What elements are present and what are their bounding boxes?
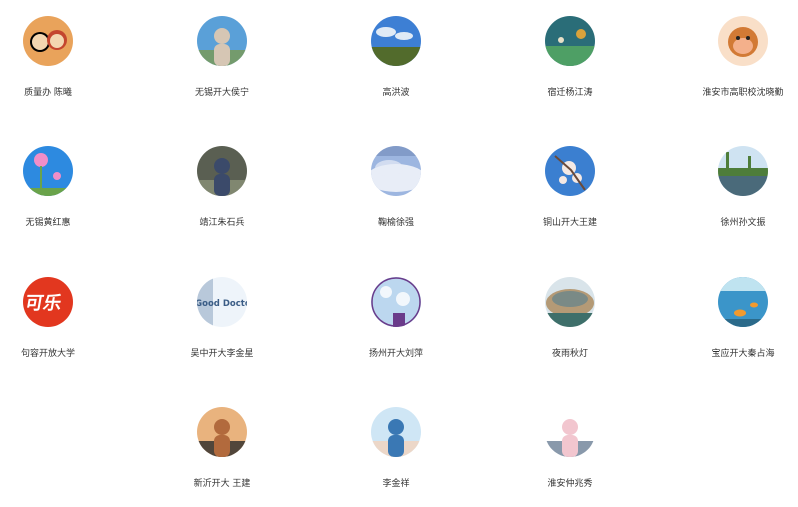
cola-logo-icon[interactable]: 可乐 <box>23 277 73 327</box>
portrait-garden-icon[interactable] <box>197 16 247 66</box>
svg-text:可乐: 可乐 <box>23 293 63 314</box>
contact-item[interactable]: 靖江朱石兵 <box>152 146 292 246</box>
rocky-coast-icon[interactable] <box>545 277 595 327</box>
contact-name[interactable]: 淮安市高职校沈晓勤 <box>673 85 798 98</box>
contact-name[interactable]: 无锡黄红惠 <box>0 215 118 228</box>
contact-name[interactable]: 靖江朱石兵 <box>152 215 292 228</box>
contact-item[interactable]: 李金祥 <box>326 407 466 507</box>
contact-name[interactable]: 李金祥 <box>326 476 466 489</box>
good-doctor-icon[interactable]: Good Doctor <box>197 277 247 327</box>
pink-flower-icon[interactable] <box>23 146 73 196</box>
contact-item[interactable]: 宿迁杨江涛 <box>500 16 640 116</box>
contact-name[interactable]: 铜山开大王建 <box>500 215 640 228</box>
contact-item[interactable]: 新沂开大 王建 <box>152 407 292 507</box>
sky-building-icon[interactable] <box>371 277 421 327</box>
monkey-cartoon-icon[interactable] <box>718 16 768 66</box>
contact-name[interactable]: 吴中开大李金星 <box>152 346 292 359</box>
cloudy-sky-icon[interactable] <box>371 146 421 196</box>
contact-item[interactable]: 徐州孙文振 <box>673 146 798 246</box>
baby-photo-icon[interactable] <box>371 407 421 457</box>
svg-text:Good Doctor: Good Doctor <box>197 299 247 309</box>
contact-grid: 质量办 陈曦 无锡开大侯宁 高洪波 宿迁杨江涛 淮安市高职校沈晓勤 无锡黄红惠 <box>0 0 798 504</box>
contact-name[interactable]: 宝应开大秦占海 <box>673 346 798 359</box>
contact-name[interactable]: 鞠榆徐强 <box>326 215 466 228</box>
contact-name[interactable]: 质量办 陈曦 <box>0 85 118 98</box>
contact-item[interactable]: 铜山开大王建 <box>500 146 640 246</box>
contact-item[interactable]: 淮安仲兆秀 <box>500 407 640 507</box>
portrait-man-icon[interactable] <box>197 407 247 457</box>
contact-item[interactable]: 夜雨秋灯 <box>500 277 640 377</box>
contact-item[interactable]: 淮安市高职校沈晓勤 <box>673 16 798 116</box>
blue-sky-field-icon[interactable] <box>371 16 421 66</box>
contact-name[interactable]: 徐州孙文振 <box>673 215 798 228</box>
contact-item[interactable]: 质量办 陈曦 <box>0 16 118 116</box>
anime-girl-icon[interactable] <box>545 407 595 457</box>
contact-name[interactable]: 无锡开大侯宁 <box>152 85 292 98</box>
contact-item[interactable]: 宝应开大秦占海 <box>673 277 798 377</box>
contact-item[interactable]: 可乐句容开放大学 <box>0 277 118 377</box>
contact-name[interactable]: 扬州开大刘萍 <box>326 346 466 359</box>
contact-name[interactable]: 淮安仲兆秀 <box>500 476 640 489</box>
contact-name[interactable]: 高洪波 <box>326 85 466 98</box>
contact-name[interactable]: 夜雨秋灯 <box>500 346 640 359</box>
contact-item[interactable]: 高洪波 <box>326 16 466 116</box>
cherry-blossom-icon[interactable] <box>545 146 595 196</box>
person-street-icon[interactable] <box>197 146 247 196</box>
contact-item[interactable]: 无锡黄红惠 <box>0 146 118 246</box>
contact-item[interactable]: 鞠榆徐强 <box>326 146 466 246</box>
lake-trees-icon[interactable] <box>718 146 768 196</box>
contact-item[interactable]: Good Doctor 吴中开大李金星 <box>152 277 292 377</box>
aquarium-icon[interactable] <box>718 277 768 327</box>
contact-item[interactable]: 无锡开大侯宁 <box>152 16 292 116</box>
contact-name[interactable]: 新沂开大 王建 <box>152 476 292 489</box>
underwater-icon[interactable] <box>545 16 595 66</box>
contact-item[interactable]: 扬州开大刘萍 <box>326 277 466 377</box>
contact-name[interactable]: 句容开放大学 <box>0 346 118 359</box>
contact-name[interactable]: 宿迁杨江涛 <box>500 85 640 98</box>
cartoon-avatar-icon[interactable] <box>23 16 73 66</box>
